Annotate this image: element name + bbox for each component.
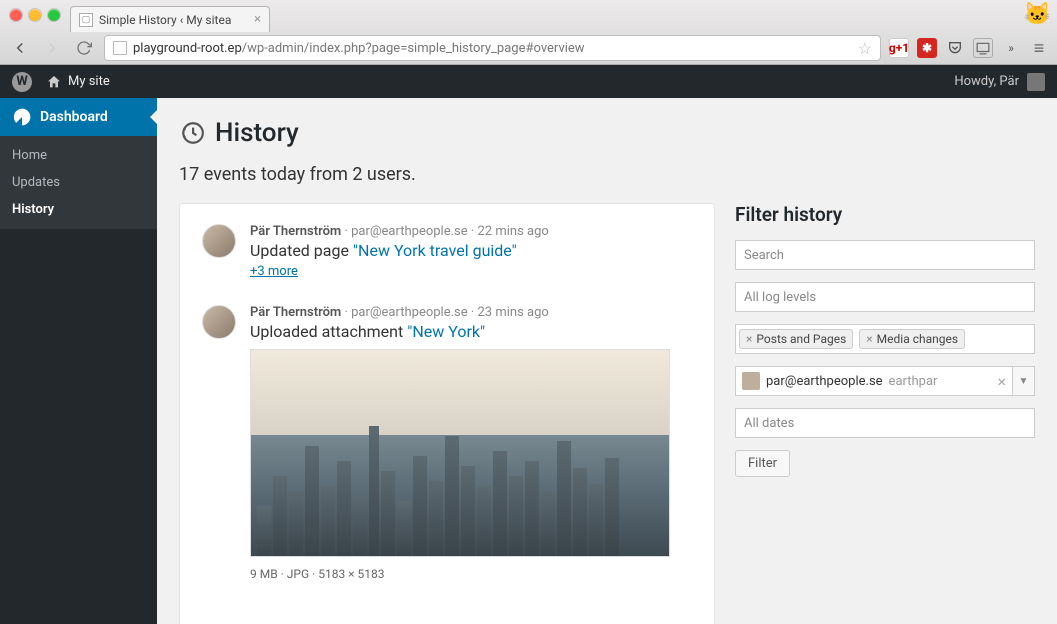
- user-avatar-icon: [742, 372, 760, 390]
- filter-tag[interactable]: × Media changes: [859, 329, 965, 349]
- howdy-account[interactable]: Howdy, Pär: [954, 73, 1045, 91]
- submenu-home[interactable]: Home: [0, 142, 157, 169]
- user-extra-text: earthpar: [889, 374, 938, 389]
- maximize-window-icon[interactable]: [48, 9, 60, 21]
- pocket-icon[interactable]: [945, 38, 965, 58]
- remove-tag-icon[interactable]: ×: [746, 332, 752, 346]
- submenu-history[interactable]: History: [0, 196, 157, 223]
- howdy-text: Howdy, Pär: [954, 74, 1019, 89]
- content-area: History 17 events today from 2 users. Pä…: [157, 98, 1057, 624]
- filter-tag[interactable]: × Posts and Pages: [739, 329, 853, 349]
- log-levels-select[interactable]: [735, 282, 1035, 312]
- home-icon: [46, 74, 62, 90]
- cat-extension-icon[interactable]: 🐱: [1024, 2, 1051, 27]
- event-author: Pär Thernström: [250, 224, 341, 239]
- clear-user-icon[interactable]: ×: [991, 372, 1012, 391]
- forward-button[interactable]: [40, 36, 64, 60]
- extension-red-icon[interactable]: ✱: [917, 38, 937, 58]
- event-action: Updated page: [250, 241, 353, 260]
- site-link[interactable]: My site: [46, 74, 110, 90]
- overflow-icon[interactable]: »: [1001, 38, 1021, 58]
- chevron-down-icon[interactable]: ▼: [1012, 367, 1034, 395]
- close-tab-icon[interactable]: ×: [254, 12, 261, 27]
- event-entry: Pär Thernström · par@earthpeople.se · 22…: [202, 224, 692, 279]
- wordpress-logo-icon[interactable]: W: [12, 72, 32, 92]
- cast-icon[interactable]: [973, 38, 993, 58]
- close-window-icon[interactable]: [10, 9, 22, 21]
- address-bar[interactable]: playground-root.ep/wp-admin/index.php?pa…: [104, 35, 881, 61]
- attachment-thumbnail[interactable]: [250, 349, 670, 557]
- search-input[interactable]: [735, 240, 1035, 270]
- tag-label: Media changes: [877, 332, 958, 346]
- event-email: par@earthpeople.se: [351, 305, 468, 320]
- dates-select[interactable]: [735, 408, 1035, 438]
- page-title: History: [179, 118, 1035, 148]
- page-title-text: History: [215, 118, 299, 148]
- tag-label: Posts and Pages: [756, 332, 846, 346]
- events-feed: Pär Thernström · par@earthpeople.se · 22…: [179, 203, 715, 624]
- menu-dashboard[interactable]: Dashboard: [0, 98, 157, 136]
- event-time: 22 mins ago: [478, 224, 549, 239]
- back-button[interactable]: [8, 36, 32, 60]
- google-plus-icon[interactable]: g+1: [889, 38, 909, 58]
- submenu-updates[interactable]: Updates: [0, 169, 157, 196]
- event-action: Uploaded attachment: [250, 322, 407, 341]
- event-description: Uploaded attachment "New York": [250, 322, 670, 341]
- avatar-icon: [1027, 73, 1045, 91]
- submenu-dashboard: Home Updates History: [0, 136, 157, 229]
- user-select[interactable]: par@earthpeople.se earthpar × ▼: [735, 366, 1035, 396]
- admin-menu: Dashboard Home Updates History: [0, 98, 157, 624]
- site-name: My site: [68, 74, 110, 89]
- filter-sidebar: Filter history × Posts and Pages × Media c…: [735, 203, 1035, 624]
- wp-admin-bar: W My site Howdy, Pär: [0, 65, 1057, 98]
- menu-dashboard-label: Dashboard: [40, 109, 108, 125]
- url-host: playground-root.ep: [133, 41, 242, 56]
- remove-tag-icon[interactable]: ×: [866, 332, 872, 346]
- event-time: 23 mins ago: [478, 305, 549, 320]
- tab-title: Simple History ‹ My sitea: [99, 13, 231, 27]
- event-link[interactable]: "New York": [407, 322, 485, 341]
- message-types-select[interactable]: × Posts and Pages × Media changes: [735, 324, 1035, 354]
- filter-heading: Filter history: [735, 203, 1035, 226]
- bookmark-star-icon[interactable]: ☆: [858, 39, 872, 58]
- summary-text: 17 events today from 2 users.: [179, 164, 1035, 185]
- event-entry: Pär Thernström · par@earthpeople.se · 23…: [202, 305, 692, 581]
- filter-button[interactable]: Filter: [735, 450, 790, 477]
- event-email: par@earthpeople.se: [351, 224, 468, 239]
- event-author: Pär Thernström: [250, 305, 341, 320]
- browser-chrome: ▢ Simple History ‹ My sitea × 🐱 playgrou…: [0, 0, 1057, 65]
- event-meta: Pär Thernström · par@earthpeople.se · 22…: [250, 224, 549, 239]
- url-path: /wp-admin/index.php?page=simple_history_…: [242, 41, 585, 56]
- hamburger-menu-icon[interactable]: ≡: [1029, 38, 1049, 58]
- window-controls[interactable]: [10, 9, 60, 21]
- browser-tab[interactable]: ▢ Simple History ‹ My sitea ×: [70, 6, 270, 32]
- reload-button[interactable]: [72, 36, 96, 60]
- dashboard-icon: [12, 107, 32, 127]
- history-icon: [179, 120, 205, 146]
- avatar-icon: [202, 305, 236, 339]
- site-identity-icon: [113, 41, 127, 55]
- minimize-window-icon[interactable]: [29, 9, 41, 21]
- avatar-icon: [202, 224, 236, 258]
- event-link[interactable]: "New York travel guide": [353, 241, 517, 260]
- event-meta: Pär Thernström · par@earthpeople.se · 23…: [250, 305, 670, 320]
- user-email: par@earthpeople.se: [766, 374, 883, 389]
- event-description: Updated page "New York travel guide": [250, 241, 549, 260]
- event-more-link[interactable]: +3 more: [250, 264, 298, 279]
- attachment-info: 9 MB · JPG · 5183 × 5183: [250, 567, 670, 581]
- page-icon: ▢: [79, 13, 93, 27]
